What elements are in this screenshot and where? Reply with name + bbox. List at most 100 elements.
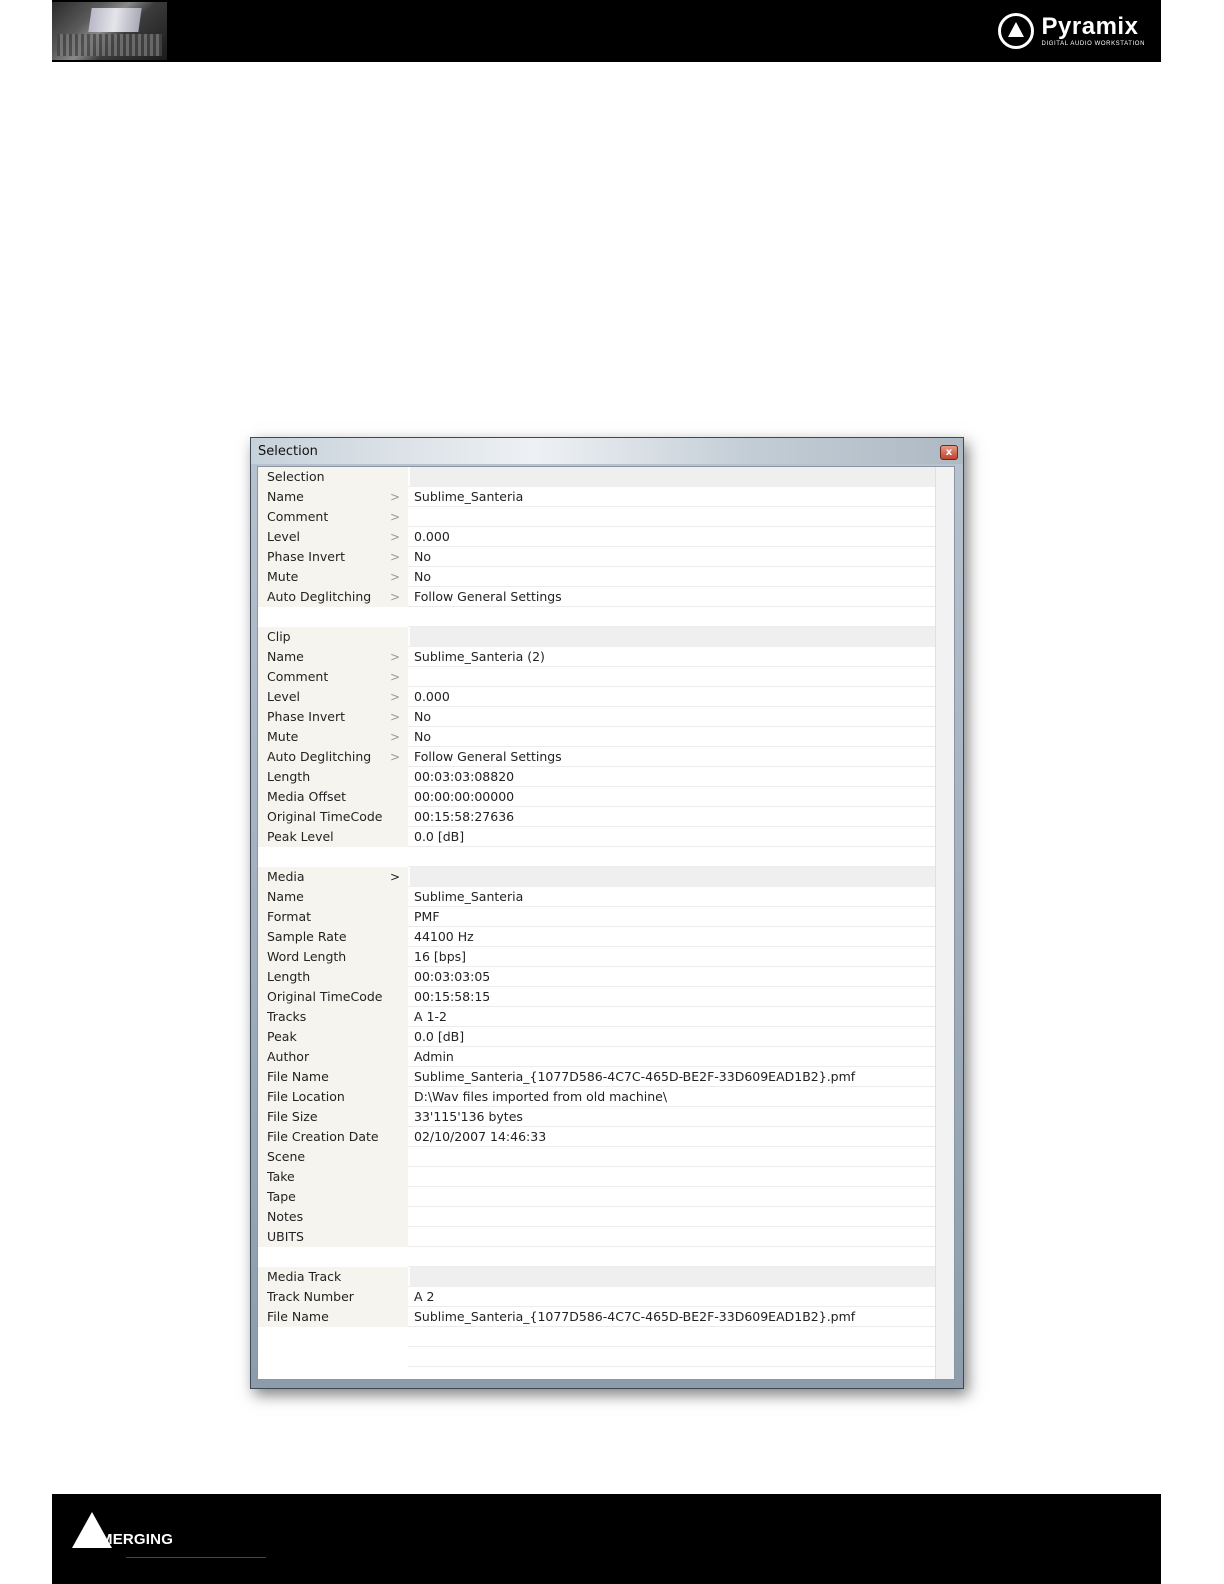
property-row[interactable]: UBITS	[258, 1227, 936, 1247]
property-value[interactable]: D:\Wav files imported from old machine\	[414, 1087, 936, 1107]
property-row[interactable]: Original TimeCode 00:15:58:15	[258, 987, 936, 1007]
expand-arrow[interactable]: >	[390, 747, 410, 767]
property-value[interactable]: No	[414, 547, 936, 567]
property-value[interactable]: 00:03:03:05	[414, 967, 936, 987]
section-arrow: >	[390, 870, 401, 884]
property-value[interactable]	[414, 507, 936, 527]
dialog-titlebar[interactable]: Selection x	[251, 438, 963, 464]
property-row[interactable]: Length 00:03:03:08820	[258, 767, 936, 787]
property-value[interactable]	[414, 1207, 936, 1227]
expand-arrow[interactable]: >	[390, 727, 410, 747]
property-value[interactable]: Follow General Settings	[414, 587, 936, 607]
property-value[interactable]	[414, 667, 936, 687]
property-row[interactable]: File Creation Date 02/10/2007 14:46:33	[258, 1127, 936, 1147]
property-row[interactable]: Comment >	[258, 507, 936, 527]
property-row[interactable]: Name > Sublime_Santeria	[258, 487, 936, 507]
property-value[interactable]: 0.000	[414, 527, 936, 547]
property-row[interactable]: Format PMF	[258, 907, 936, 927]
property-value[interactable]	[414, 1227, 936, 1247]
property-value[interactable]: PMF	[414, 907, 936, 927]
property-row[interactable]: Original TimeCode 00:15:58:27636	[258, 807, 936, 827]
property-label: File Creation Date	[258, 1127, 408, 1147]
property-value[interactable]: 44100 Hz	[414, 927, 936, 947]
property-value[interactable]: Sublime_Santeria_{1077D586-4C7C-465D-BE2…	[414, 1067, 936, 1087]
section-header[interactable]: Media Track	[258, 1267, 936, 1287]
expand-arrow[interactable]: >	[390, 547, 410, 567]
property-row[interactable]: Comment >	[258, 667, 936, 687]
property-row[interactable]: File Location D:\Wav files imported from …	[258, 1087, 936, 1107]
property-row[interactable]: Level >0.000	[258, 687, 936, 707]
property-value[interactable]: A 1-2	[414, 1007, 936, 1027]
property-row[interactable]: Tracks A 1-2	[258, 1007, 936, 1027]
expand-arrow[interactable]: >	[390, 507, 410, 527]
expand-arrow[interactable]: >	[390, 707, 410, 727]
property-value[interactable]: Follow General Settings	[414, 747, 936, 767]
close-button[interactable]: x	[940, 445, 958, 460]
property-value[interactable]: Sublime_Santeria_{1077D586-4C7C-465D-BE2…	[414, 1307, 936, 1327]
property-row[interactable]: Peak Level 0.0 [dB]	[258, 827, 936, 847]
property-row[interactable]: Name Sublime_Santeria	[258, 887, 936, 907]
expand-arrow[interactable]: >	[390, 567, 410, 587]
property-row[interactable]: Mute > No	[258, 727, 936, 747]
expand-arrow[interactable]: >	[390, 687, 410, 707]
expand-arrow[interactable]: >	[390, 647, 410, 667]
property-value[interactable]: 02/10/2007 14:46:33	[414, 1127, 936, 1147]
property-value[interactable]	[414, 1147, 936, 1167]
property-row[interactable]: Word Length 16 [bps]	[258, 947, 936, 967]
property-value[interactable]: 00:15:58:15	[414, 987, 936, 1007]
expand-arrow[interactable]: >	[390, 587, 410, 607]
property-value[interactable]: Admin	[414, 1047, 936, 1067]
property-value[interactable]: No	[414, 567, 936, 587]
property-value[interactable]: 00:00:00:00000	[414, 787, 936, 807]
property-value[interactable]: 33'115'136 bytes	[414, 1107, 936, 1127]
property-row[interactable]: Level >0.000	[258, 527, 936, 547]
property-value[interactable]: 0.0 [dB]	[414, 1027, 936, 1047]
property-value[interactable]	[414, 1167, 936, 1187]
property-row[interactable]: Name > Sublime_Santeria (2)	[258, 647, 936, 667]
vertical-scrollbar[interactable]	[935, 467, 954, 1379]
property-value[interactable]: A 2	[414, 1287, 936, 1307]
section-spacer	[258, 1247, 936, 1267]
expand-arrow[interactable]: >	[390, 487, 410, 507]
property-value[interactable]: Sublime_Santeria	[414, 887, 936, 907]
property-row[interactable]: Author Admin	[258, 1047, 936, 1067]
property-row[interactable]: Track Number A 2	[258, 1287, 936, 1307]
section-header[interactable]: Media >	[258, 867, 936, 887]
property-row[interactable]: Phase Invert > No	[258, 547, 936, 567]
property-value[interactable]: No	[414, 707, 936, 727]
section-header[interactable]: Clip	[258, 627, 936, 647]
property-row[interactable]: Media Offset 00:00:00:00000	[258, 787, 936, 807]
property-value[interactable]: 0.000	[414, 687, 936, 707]
property-value[interactable]: 0.0 [dB]	[414, 827, 936, 847]
property-row[interactable]: Auto Deglitching > Follow General Settings	[258, 747, 936, 767]
property-value[interactable]: 00:15:58:27636	[414, 807, 936, 827]
property-row[interactable]: Sample Rate 44100 Hz	[258, 927, 936, 947]
expand-arrow[interactable]: >	[390, 667, 410, 687]
property-value[interactable]: Sublime_Santeria	[414, 487, 936, 507]
section-title: Clip	[258, 627, 408, 647]
property-row[interactable]: Take	[258, 1167, 936, 1187]
property-row[interactable]: Length 00:03:03:05	[258, 967, 936, 987]
property-value[interactable]: Sublime_Santeria (2)	[414, 647, 936, 667]
property-value[interactable]: 00:03:03:08820	[414, 767, 936, 787]
property-label: File Name	[258, 1307, 408, 1327]
property-row[interactable]: Notes	[258, 1207, 936, 1227]
property-row[interactable]: Mute > No	[258, 567, 936, 587]
property-row[interactable]: File Size 33'115'136 bytes	[258, 1107, 936, 1127]
property-row[interactable]: Scene	[258, 1147, 936, 1167]
property-row[interactable]: Tape	[258, 1187, 936, 1207]
property-row[interactable]: Auto Deglitching > Follow General Settings	[258, 587, 936, 607]
section-header-fill	[410, 867, 936, 887]
property-value[interactable]: No	[414, 727, 936, 747]
property-value[interactable]	[414, 1187, 936, 1207]
property-row[interactable]: Phase Invert > No	[258, 707, 936, 727]
spacer-label	[258, 847, 408, 867]
property-row[interactable]: File Name Sublime_Santeria_{1077D586-4C7C…	[258, 1307, 936, 1327]
section-header[interactable]: Selection	[258, 467, 936, 487]
expand-arrow[interactable]: >	[390, 527, 410, 547]
property-row[interactable]: Peak 0.0 [dB]	[258, 1027, 936, 1047]
property-row[interactable]: File Name Sublime_Santeria_{1077D586-4C7C…	[258, 1067, 936, 1087]
property-label: Take	[258, 1167, 408, 1187]
property-value[interactable]: 16 [bps]	[414, 947, 936, 967]
footer-link-underline[interactable]	[126, 1557, 266, 1558]
